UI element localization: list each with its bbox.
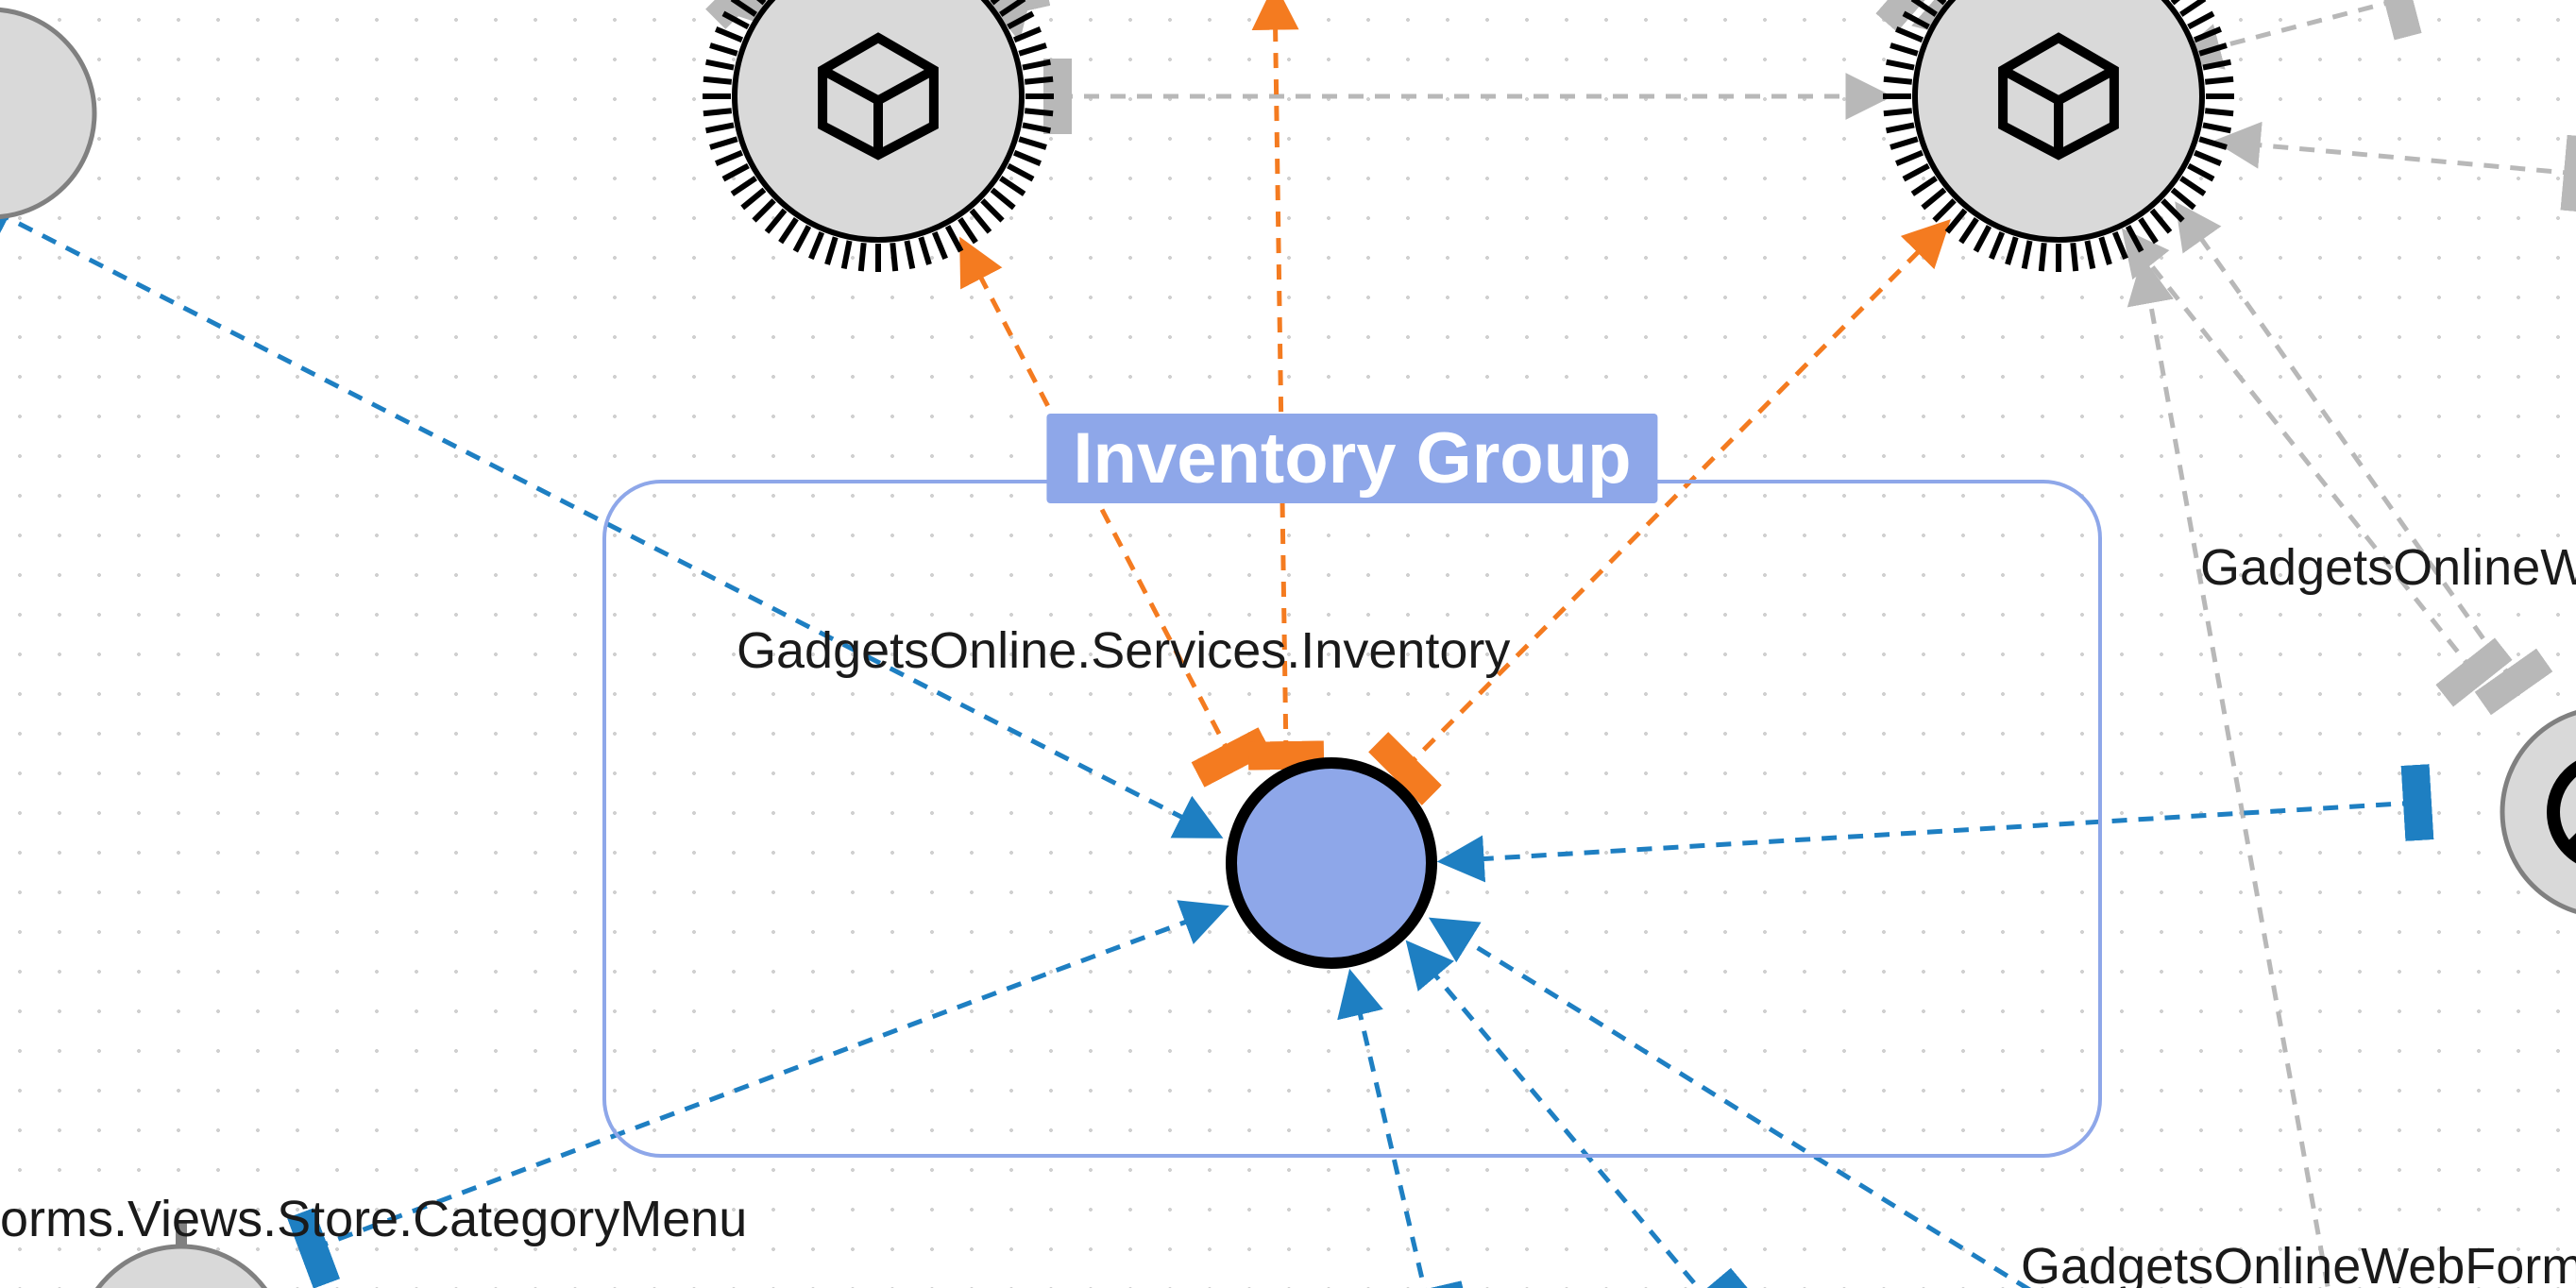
null-right-bot-label: GadgetsOnlineWebForms._D: [2021, 1237, 2576, 1288]
box-node-left[interactable]: [703, 0, 1054, 272]
edge: [1351, 976, 1428, 1288]
null-left-label: orms.Views.Store.CategoryMenu: [0, 1190, 747, 1248]
center-node[interactable]: [1231, 763, 1432, 963]
edges-blue: [0, 212, 2417, 1288]
edge: [2221, 142, 2576, 174]
null-node-right-top[interactable]: [2502, 684, 2576, 916]
partial-node: [0, 9, 94, 217]
group-title[interactable]: Inventory Group: [1046, 414, 1657, 503]
edge: [1445, 803, 2417, 861]
edge: [2144, 264, 2332, 1288]
edge: [1411, 946, 1711, 1288]
center-node-label: GadgetsOnline.Services.Inventory: [737, 621, 1510, 680]
diagram-canvas[interactable]: Inventory Group GadgetsOnline.Services.I…: [0, 0, 2576, 1288]
edge: [1435, 922, 2210, 1288]
edge: [2179, 208, 2514, 682]
null-right-top-label: GadgetsOnlineWebFor: [2200, 538, 2576, 597]
